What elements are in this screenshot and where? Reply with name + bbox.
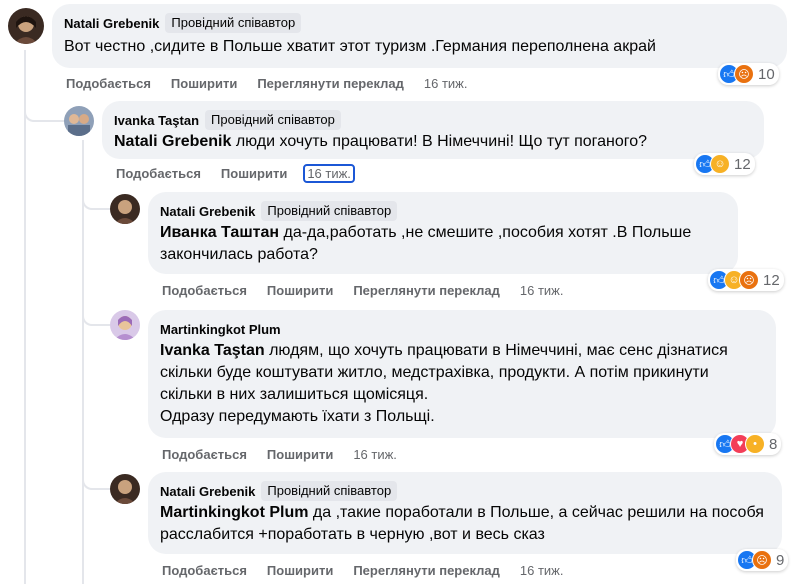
- avatar[interactable]: [64, 106, 94, 136]
- comment-actions: Подобається Поширити Переглянути перекла…: [162, 281, 564, 299]
- angry-icon: ☹︎: [752, 550, 772, 570]
- avatar[interactable]: [8, 8, 44, 44]
- reaction-count: 12: [734, 155, 751, 173]
- comment-bubble: Ivanka Taştan Провідний співавтор Natali…: [102, 101, 764, 159]
- reaction-count: 9: [776, 551, 785, 569]
- share-button[interactable]: Поширити: [267, 563, 333, 578]
- angry-icon: ☹︎: [734, 64, 754, 84]
- timestamp[interactable]: 16 тиж.: [353, 447, 397, 462]
- see-translation-link[interactable]: Переглянути переклад: [353, 563, 500, 578]
- author-name[interactable]: Natali Grebenik: [160, 204, 255, 219]
- comment-text: Ivanka Taştan людям, що хочуть працювати…: [160, 340, 764, 428]
- comment-text: Martinkingkot Plum да ,такие поработали …: [160, 502, 770, 546]
- contributor-badge[interactable]: Провідний співавтор: [165, 13, 302, 33]
- angry-icon: ☹︎: [739, 270, 759, 290]
- author-name[interactable]: Natali Grebenik: [64, 16, 159, 31]
- comment-actions: Подобається Поширити Переглянути перекла…: [162, 561, 564, 579]
- share-button[interactable]: Поширити: [267, 447, 333, 462]
- comment-text: Natali Grebenik люди хочуть працювати! В…: [114, 131, 752, 153]
- author-name[interactable]: Martinkingkot Plum: [160, 322, 281, 337]
- reaction-count: 12: [763, 271, 780, 289]
- reaction-summary[interactable]: 👍︎ ☺︎ ☹︎ 12: [708, 269, 784, 291]
- reaction-summary[interactable]: 👍︎ ♥ • 8: [714, 433, 782, 455]
- mention-link[interactable]: Martinkingkot Plum: [160, 504, 308, 521]
- comment-bubble: Natali Grebenik Провідний співавтор Иван…: [148, 192, 738, 274]
- comment-body: Вот честно ,сидите в Польше хватит этот …: [64, 38, 656, 55]
- thread-elbow: [82, 300, 110, 326]
- thread-elbow: [24, 90, 64, 122]
- avatar[interactable]: [110, 310, 140, 340]
- mention-link[interactable]: Natali Grebenik: [114, 133, 231, 150]
- contributor-badge[interactable]: Провідний співавтор: [261, 201, 398, 221]
- like-button[interactable]: Подобається: [66, 76, 151, 91]
- comment-actions: Подобається Поширити 16 тиж.: [162, 445, 397, 463]
- reaction-count: 8: [769, 435, 778, 453]
- share-button[interactable]: Поширити: [267, 283, 333, 298]
- timestamp[interactable]: 16 тиж.: [520, 563, 564, 578]
- avatar[interactable]: [110, 194, 140, 224]
- like-button[interactable]: Подобається: [162, 563, 247, 578]
- comment-actions: Подобається Поширити 16 тиж.: [116, 163, 355, 183]
- reaction-summary[interactable]: 👍︎ ☹︎ 10: [718, 63, 779, 85]
- author-name[interactable]: Ivanka Taştan: [114, 113, 199, 128]
- like-button[interactable]: Подобається: [162, 283, 247, 298]
- like-button[interactable]: Подобається: [116, 166, 201, 181]
- thread-line-root: [24, 50, 26, 584]
- avatar[interactable]: [110, 474, 140, 504]
- timestamp[interactable]: 16 тиж.: [424, 76, 468, 91]
- comment-text: Иванка Таштан да-да,работать ,не смешите…: [160, 222, 726, 266]
- see-translation-link[interactable]: Переглянути переклад: [353, 283, 500, 298]
- contributor-badge[interactable]: Провідний співавтор: [205, 110, 341, 130]
- mention-link[interactable]: Ivanka Taştan: [160, 342, 265, 359]
- mention-link[interactable]: Иванка Таштан: [160, 224, 279, 241]
- reaction-summary[interactable]: 👍︎ ☺︎ 12: [694, 153, 755, 175]
- comment-text: Вот честно ,сидите в Польше хватит этот …: [64, 36, 775, 58]
- see-translation-link[interactable]: Переглянути переклад: [257, 76, 404, 91]
- haha-icon: ☺︎: [710, 154, 730, 174]
- wow-icon: •: [745, 434, 765, 454]
- comment-actions: Подобається Поширити Переглянути перекла…: [66, 74, 468, 92]
- comment-body: люди хочуть працювати! В Німеччині! Що т…: [231, 133, 648, 150]
- comment-bubble: Natali Grebenik Провідний співавтор Mart…: [148, 472, 782, 554]
- timestamp[interactable]: 16 тиж.: [303, 163, 355, 183]
- share-button[interactable]: Поширити: [221, 166, 287, 181]
- author-name[interactable]: Natali Grebenik: [160, 484, 255, 499]
- thread-elbow: [82, 460, 110, 490]
- share-button[interactable]: Поширити: [171, 76, 237, 91]
- contributor-badge[interactable]: Провідний співавтор: [261, 481, 398, 501]
- timestamp[interactable]: 16 тиж.: [520, 283, 564, 298]
- comment-bubble: Natali Grebenik Провідний співавтор Вот …: [52, 4, 787, 68]
- like-button[interactable]: Подобається: [162, 447, 247, 462]
- thread-elbow: [82, 180, 110, 210]
- reaction-count: 10: [758, 65, 775, 83]
- reaction-summary[interactable]: 👍︎ ☹︎ 9: [736, 549, 789, 571]
- comment-bubble: Martinkingkot Plum Ivanka Taştan людям, …: [148, 310, 776, 438]
